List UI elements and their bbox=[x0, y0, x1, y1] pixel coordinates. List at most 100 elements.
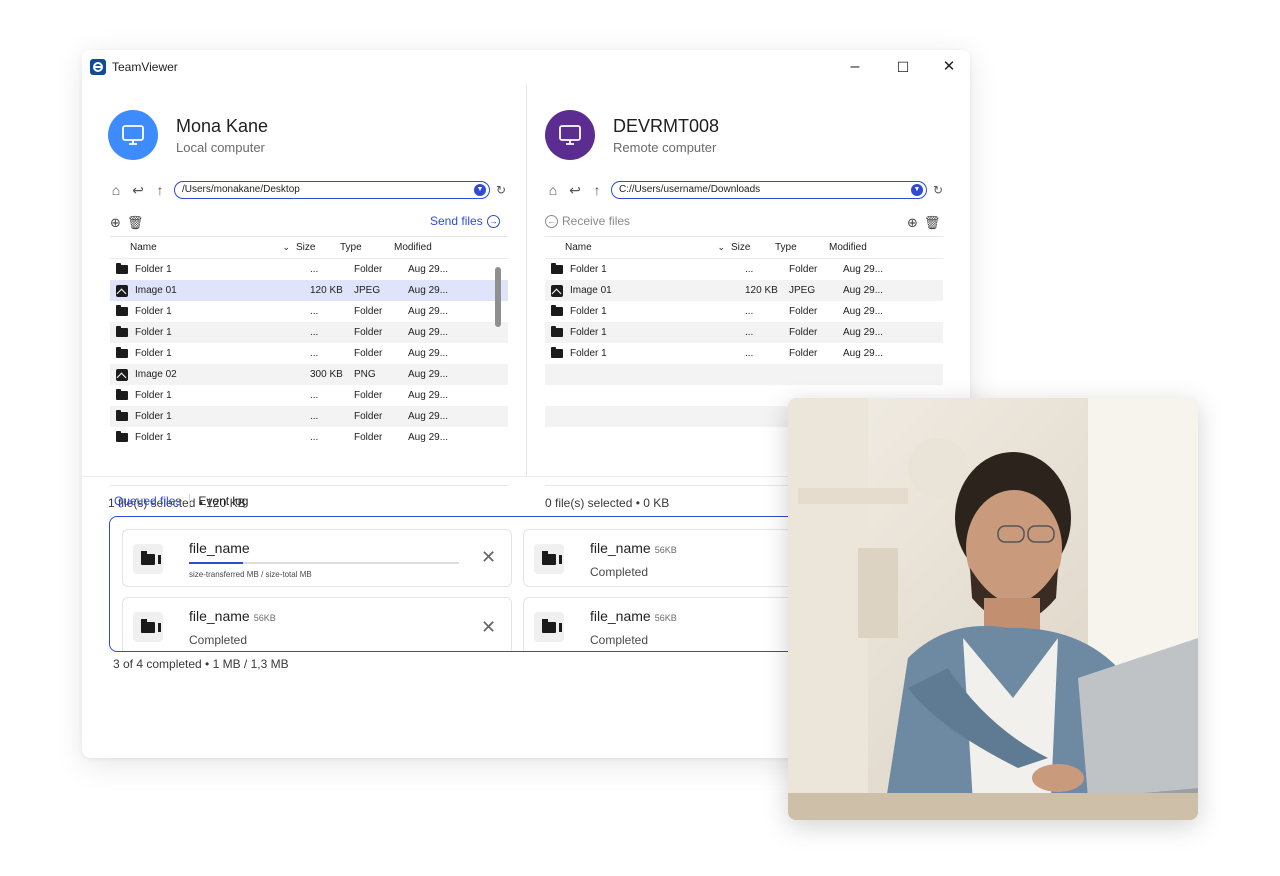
column-header-size[interactable]: Size bbox=[296, 242, 340, 253]
table-row[interactable]: Image 01 120 KB JPEG Aug 29... bbox=[110, 280, 508, 301]
tab-event-log[interactable]: Event log bbox=[198, 494, 256, 508]
cell-name: Folder 1 bbox=[110, 431, 310, 443]
file-name: file_name 56KB bbox=[590, 608, 677, 624]
chevron-down-icon[interactable]: ▼ bbox=[474, 184, 486, 196]
home-icon[interactable]: ⌂ bbox=[545, 182, 561, 198]
cancel-transfer-icon[interactable]: ✕ bbox=[481, 547, 496, 567]
column-header-name[interactable]: Name ⌄ bbox=[545, 242, 731, 253]
monitor-icon bbox=[559, 125, 581, 145]
up-arrow-icon[interactable]: ↑ bbox=[152, 182, 168, 198]
minimize-button[interactable]: – bbox=[842, 56, 868, 78]
folder-transfer-icon bbox=[534, 544, 564, 574]
back-icon[interactable]: ↩ bbox=[567, 182, 583, 198]
remote-computer-name: DEVRMT008 bbox=[613, 116, 720, 136]
close-button[interactable]: ✕ bbox=[936, 56, 962, 78]
column-header-size[interactable]: Size bbox=[731, 242, 775, 253]
local-toolbar: ⊕ 🗑 bbox=[110, 214, 149, 232]
table-row[interactable]: Folder 1... Folder Aug 29... bbox=[545, 322, 943, 343]
cell-name: Folder 1 bbox=[110, 263, 310, 275]
table-row[interactable]: Folder 1... Folder Aug 29... bbox=[110, 322, 508, 343]
trash-icon[interactable]: 🗑 bbox=[127, 215, 144, 231]
transfer-card: file_name 56KB Completed bbox=[523, 529, 828, 587]
app-title: TeamViewer bbox=[112, 60, 178, 74]
folder-icon bbox=[116, 431, 128, 442]
cell-size: 300 KB bbox=[310, 369, 343, 380]
cell-size: ... bbox=[310, 432, 319, 443]
column-header-modified[interactable]: Modified bbox=[394, 242, 464, 253]
local-path-input[interactable]: /Users/monakane/Desktop ▼ bbox=[174, 181, 490, 199]
table-row[interactable]: Folder 1... Folder Aug 29... bbox=[110, 385, 508, 406]
cell-size: 120 KB bbox=[745, 285, 778, 296]
table-row[interactable]: Image 01 120 KB JPEG Aug 29... bbox=[545, 280, 943, 301]
transfer-progress-bar bbox=[189, 562, 459, 564]
new-folder-icon[interactable]: ⊕ bbox=[907, 215, 918, 231]
back-icon[interactable]: ↩ bbox=[130, 182, 146, 198]
cell-name: Folder 1 bbox=[545, 263, 745, 275]
scrollbar-thumb[interactable] bbox=[495, 267, 501, 327]
folder-icon bbox=[116, 263, 128, 274]
cell-name: Folder 1 bbox=[545, 347, 745, 359]
trash-icon[interactable]: 🗑 bbox=[924, 215, 941, 231]
transfer-tabs: Queued files Event log bbox=[114, 494, 256, 508]
refresh-icon[interactable]: ↻ bbox=[496, 183, 506, 197]
cell-modified: Aug 29... bbox=[843, 327, 884, 338]
file-name: file_name bbox=[189, 540, 250, 556]
table-row[interactable]: Folder 1... Folder Aug 29... bbox=[110, 406, 508, 427]
remote-selection-status: 0 file(s) selected • 0 KB bbox=[545, 496, 670, 510]
cell-type: Folder bbox=[354, 348, 383, 359]
cell-size: 120 KB bbox=[310, 285, 343, 296]
cell-type: Folder bbox=[354, 432, 383, 443]
remove-transfer-icon[interactable]: ✕ bbox=[481, 617, 496, 637]
transfer-card: file_name size-transferred MB / size-tot… bbox=[122, 529, 512, 587]
refresh-icon[interactable]: ↻ bbox=[933, 183, 943, 197]
cell-type: Folder bbox=[354, 411, 383, 422]
cell-modified: Aug 29... bbox=[843, 306, 884, 317]
cell-name: Folder 1 bbox=[110, 410, 310, 422]
table-row[interactable]: Folder 1... Folder Aug 29... bbox=[545, 259, 943, 280]
monitor-icon bbox=[122, 125, 144, 145]
table-row[interactable]: Folder 1... Folder Aug 29... bbox=[110, 343, 508, 364]
folder-icon bbox=[551, 263, 563, 274]
cell-type: Folder bbox=[354, 327, 383, 338]
column-header-name[interactable]: Name ⌄ bbox=[110, 242, 296, 253]
table-row[interactable]: Folder 1... Folder Aug 29... bbox=[110, 427, 508, 448]
remote-toolbar: ⊕ 🗑 bbox=[907, 214, 946, 232]
cell-modified: Aug 29... bbox=[408, 369, 449, 380]
cell-size: ... bbox=[310, 327, 319, 338]
cell-type: Folder bbox=[354, 264, 383, 275]
tab-queued-files[interactable]: Queued files bbox=[114, 494, 189, 508]
cell-name: Folder 1 bbox=[545, 305, 745, 317]
arrow-right-circle-icon: → bbox=[486, 214, 500, 228]
cell-name: Folder 1 bbox=[110, 305, 310, 317]
receive-files-button[interactable]: ← Receive files bbox=[545, 214, 630, 228]
table-row[interactable]: Folder 1... Folder Aug 29... bbox=[110, 259, 508, 280]
cell-type: Folder bbox=[789, 348, 818, 359]
folder-transfer-icon bbox=[534, 612, 564, 642]
local-path-text: /Users/monakane/Desktop bbox=[182, 184, 300, 195]
cell-name: Image 01 bbox=[545, 284, 745, 297]
new-folder-icon[interactable]: ⊕ bbox=[110, 215, 121, 231]
remote-avatar bbox=[545, 110, 595, 160]
up-arrow-icon[interactable]: ↑ bbox=[589, 182, 605, 198]
table-row[interactable]: Folder 1... Folder Aug 29... bbox=[545, 301, 943, 322]
table-row[interactable]: Image 02 300 KB PNG Aug 29... bbox=[110, 364, 508, 385]
home-icon[interactable]: ⌂ bbox=[108, 182, 124, 198]
column-header-type[interactable]: Type bbox=[775, 242, 829, 253]
folder-icon bbox=[116, 305, 128, 316]
cell-type: Folder bbox=[789, 264, 818, 275]
column-header-modified[interactable]: Modified bbox=[829, 242, 899, 253]
column-header-type[interactable]: Type bbox=[340, 242, 394, 253]
send-files-button[interactable]: Send files → bbox=[430, 214, 504, 228]
remote-path-input[interactable]: C://Users/username/Downloads ▼ bbox=[611, 181, 927, 199]
table-row[interactable]: Folder 1... Folder Aug 29... bbox=[545, 343, 943, 364]
folder-icon bbox=[116, 389, 128, 400]
cell-type: JPEG bbox=[354, 285, 381, 296]
cell-type: Folder bbox=[354, 390, 383, 401]
table-row[interactable]: Folder 1... Folder Aug 29... bbox=[110, 301, 508, 322]
remote-computer-label: Remote computer bbox=[613, 140, 717, 155]
chevron-down-icon[interactable]: ▼ bbox=[911, 184, 923, 196]
cell-size: ... bbox=[310, 264, 319, 275]
remote-path-text: C://Users/username/Downloads bbox=[619, 184, 761, 195]
cell-type: Folder bbox=[354, 306, 383, 317]
maximize-button[interactable]: ☐ bbox=[890, 56, 916, 78]
